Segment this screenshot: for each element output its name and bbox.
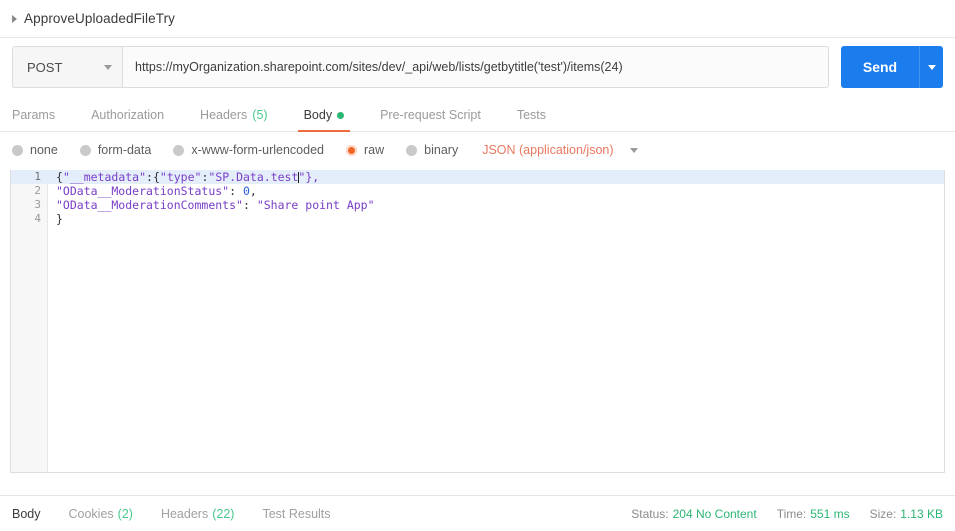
response-tab-body[interactable]: Body xyxy=(12,507,41,521)
line-content: {"__metadata":{"type":"SP.Data.test"}, xyxy=(56,170,320,184)
send-button[interactable]: Send xyxy=(841,46,919,88)
response-tab-label: Headers xyxy=(160,506,209,521)
triangle-right-icon[interactable] xyxy=(12,14,17,23)
tab-label: Headers xyxy=(200,108,248,122)
request-body-editor[interactable]: 1 {"__metadata":{"type":"SP.Data.test"}, 2… xyxy=(10,170,945,473)
tab-label: Pre-request Script xyxy=(380,108,481,122)
breadcrumb-bar: ApproveUploadedFileTry Ex xyxy=(0,0,955,38)
radio-icon xyxy=(406,144,418,156)
request-tabs: Params Authorization Headers (5) Body Pre-req… xyxy=(0,96,955,132)
size-label: Size: xyxy=(869,506,897,521)
tab-label: Params xyxy=(12,108,56,122)
tab-authorization[interactable]: Authorization xyxy=(91,108,164,131)
body-type-label: form-data xyxy=(97,143,152,157)
line-content: "OData__ModerationStatus": 0, xyxy=(56,184,257,198)
body-type-row: none form-data x-www-form-urlencoded raw bin… xyxy=(0,132,955,168)
send-options-button[interactable] xyxy=(919,46,943,88)
response-status: Status: 204 No Content xyxy=(631,507,756,521)
editor-line[interactable]: 2 "OData__ModerationStatus": 0, xyxy=(11,184,944,198)
response-meta: Status: 204 No Content Time: 551 ms Size: 1… xyxy=(631,507,943,521)
unsaved-dot-icon xyxy=(337,111,345,119)
response-tab-label: Cookies xyxy=(68,506,114,521)
http-method-label: POST xyxy=(27,59,63,75)
body-type-radio-binary[interactable]: binary xyxy=(406,143,458,157)
body-type-radio-form-data[interactable]: form-data xyxy=(79,143,152,157)
line-content: "OData__ModerationComments": "Share poin… xyxy=(56,198,375,212)
tab-count-badge: (5) xyxy=(252,108,268,122)
http-method-select[interactable]: POST xyxy=(12,46,122,88)
tab-label: Tests xyxy=(516,108,546,122)
line-number: 4 xyxy=(34,212,41,225)
tab-headers[interactable]: Headers (5) xyxy=(200,108,268,131)
editor-code-area[interactable]: 1 {"__metadata":{"type":"SP.Data.test"}, 2… xyxy=(11,170,944,226)
response-tab-count-badge: (22) xyxy=(212,506,235,521)
editor-line[interactable]: 4} xyxy=(11,212,944,226)
status-label: Status: xyxy=(631,506,669,521)
line-number: 2 xyxy=(34,184,41,197)
editor-line[interactable]: 1 {"__metadata":{"type":"SP.Data.test"}, xyxy=(11,170,944,184)
body-type-label: x-www-form-urlencoded xyxy=(191,143,324,157)
status-value: 204 No Content xyxy=(672,506,757,521)
tab-label: Authorization xyxy=(91,108,165,122)
radio-icon xyxy=(12,144,23,156)
body-type-radio-none[interactable]: none xyxy=(12,143,58,157)
send-button-group: Send xyxy=(841,46,943,88)
line-content: } xyxy=(56,212,63,226)
response-tab-label: Test Results xyxy=(262,506,331,521)
chevron-down-icon xyxy=(927,64,936,70)
radio-icon xyxy=(173,144,185,156)
response-tab-test-results[interactable]: Test Results xyxy=(262,507,330,521)
time-label: Time: xyxy=(776,506,807,521)
body-type-radio-raw[interactable]: raw xyxy=(346,143,384,157)
tab-tests[interactable]: Tests xyxy=(517,108,546,131)
tab-label: Body xyxy=(303,108,333,122)
request-url-row: POST Send xyxy=(0,38,955,96)
content-type-select[interactable]: JSON (application/json) xyxy=(482,143,613,157)
response-tab-cookies[interactable]: Cookies (2) xyxy=(69,507,133,521)
tab-params[interactable]: Params xyxy=(12,108,55,131)
body-type-label: none xyxy=(30,143,58,157)
response-tab-count-badge: (2) xyxy=(117,506,133,521)
body-type-label: raw xyxy=(364,143,385,157)
line-number: 3 xyxy=(34,198,41,211)
line-number: 1 xyxy=(34,170,41,183)
chevron-down-icon xyxy=(104,64,112,70)
response-status-bar: Body Cookies (2) Headers (22) Test Results St… xyxy=(0,495,955,531)
body-type-radio-x-www-form-urlencoded[interactable]: x-www-form-urlencoded xyxy=(173,143,324,157)
page-title: ApproveUploadedFileTry xyxy=(24,11,176,26)
editor-line[interactable]: 3 "OData__ModerationComments": "Share poi… xyxy=(11,198,944,212)
response-tab-headers[interactable]: Headers (22) xyxy=(161,507,234,521)
time-value: 551 ms xyxy=(810,506,850,521)
response-tab-label: Body xyxy=(12,506,41,521)
tab-body[interactable]: Body xyxy=(297,108,350,132)
body-type-label: binary xyxy=(424,143,459,157)
response-size: Size: 1.13 KB xyxy=(870,507,943,521)
chevron-down-icon[interactable] xyxy=(629,147,638,153)
size-value: 1.13 KB xyxy=(900,506,943,521)
tab-pre-request-script[interactable]: Pre-request Script xyxy=(380,108,481,131)
response-time: Time: 551 ms xyxy=(777,507,850,521)
radio-icon xyxy=(79,144,91,156)
request-url-input[interactable] xyxy=(122,46,829,88)
radio-icon xyxy=(346,144,357,156)
